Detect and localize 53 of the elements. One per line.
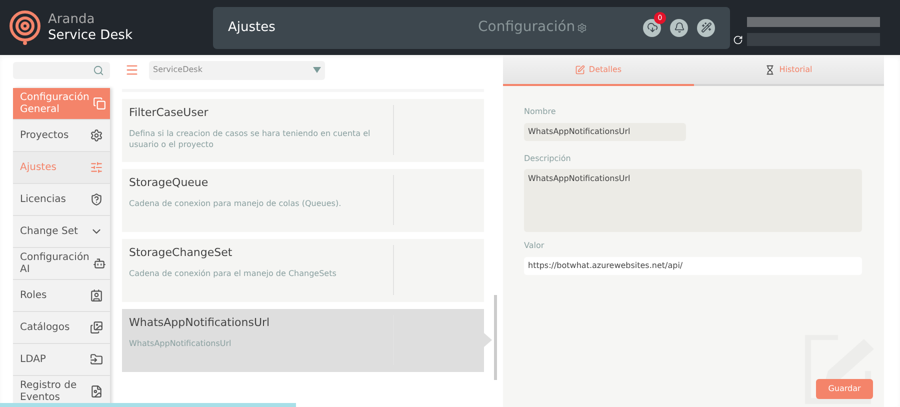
setting-card[interactable]: StorageChangeSet Cadena de conexión para el manejo de ChangeSets xyxy=(122,239,484,302)
setting-description: Cadena de conexión para el manejo de ChangeSets xyxy=(129,268,338,278)
image-file-icon xyxy=(90,385,103,398)
images-icon xyxy=(90,321,103,334)
scrollbar[interactable] xyxy=(494,295,497,380)
logo-icon xyxy=(8,10,42,46)
sidebar-item[interactable]: Roles xyxy=(13,280,110,312)
search-icon xyxy=(93,65,104,76)
hourglass-icon xyxy=(765,64,776,74)
pages-icon xyxy=(93,97,106,110)
brand-name: Aranda xyxy=(48,12,96,28)
description-field[interactable]: WhatsAppNotificationsUrl xyxy=(524,169,862,232)
caret-icon xyxy=(313,67,321,73)
refresh-icon[interactable] xyxy=(733,34,743,44)
field-label: Nombre xyxy=(524,106,557,118)
sidebar-item[interactable]: Proyectos xyxy=(13,120,110,152)
bell-icon xyxy=(674,22,684,33)
value-field[interactable]: https://botwhat.azurewebsites.net/api/ xyxy=(524,257,862,275)
shield-icon xyxy=(90,193,103,206)
setting-card[interactable]: StorageQueue Cadena de conexion para manejo de colas (Queues). xyxy=(122,169,484,232)
setting-name: StorageChangeSet xyxy=(129,245,234,261)
sidebar-item[interactable]: Configuración AI xyxy=(13,248,110,280)
page-title: Ajustes xyxy=(228,18,276,37)
setting-description: Defina si la creacion de casos se hara teniendo en cuenta el usuario o el proyecto xyxy=(129,128,372,150)
badge-icon xyxy=(90,289,103,302)
sidebar-item[interactable]: LDAP xyxy=(13,344,110,376)
sliders-icon xyxy=(90,161,103,174)
folder-icon xyxy=(90,353,103,366)
setting-card[interactable]: FilterCaseUser Defina si la creacion de casos se hara teniendo en cuenta el usuario o el proyecto xyxy=(122,99,484,162)
gear-icon xyxy=(577,22,588,32)
name-field[interactable]: WhatsAppNotificationsUrl xyxy=(524,123,686,141)
gear-icon xyxy=(90,129,103,142)
setting-name: FilterCaseUser xyxy=(129,105,210,121)
sidebar-item[interactable]: Change Set xyxy=(13,216,110,248)
setting-description: WhatsAppNotificationsUrl xyxy=(129,338,232,348)
robot-icon xyxy=(93,257,106,270)
section-title: Configuración xyxy=(478,17,588,38)
pointer-icon xyxy=(484,333,492,347)
setting-name: WhatsAppNotificationsUrl xyxy=(129,315,271,331)
cloud-icon xyxy=(646,22,658,33)
upload-button[interactable] xyxy=(643,18,661,36)
brand-product: Service Desk xyxy=(48,28,132,44)
sidebar-item[interactable]: Catálogos xyxy=(13,312,110,344)
edit-icon xyxy=(574,64,585,74)
tools-button[interactable] xyxy=(697,18,715,36)
setting-description: Cadena de conexion para manejo de colas (Queues). xyxy=(129,198,342,208)
setting-name: StorageQueue xyxy=(129,175,210,191)
field-label: Valor xyxy=(524,240,546,252)
field-label: Descripción xyxy=(524,153,572,165)
search-field[interactable] xyxy=(13,62,110,79)
wand-icon xyxy=(700,22,712,33)
notifications-button[interactable] xyxy=(670,18,688,36)
sidebar-item[interactable]: Licencias xyxy=(13,184,110,216)
